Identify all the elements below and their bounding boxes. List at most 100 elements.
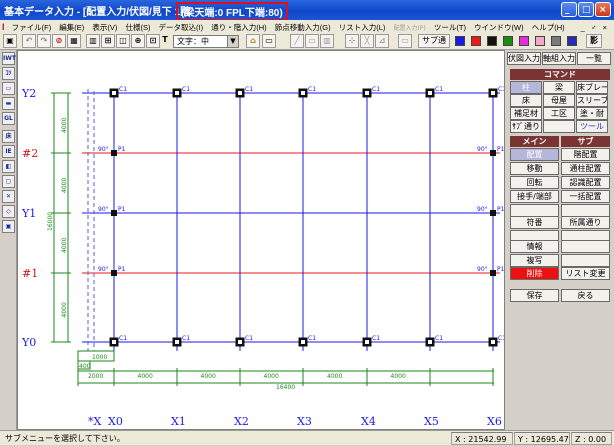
panel-top-button[interactable]: 伏図入力 [507,52,541,65]
menu-placement[interactable]: 配置入力(P) [390,21,428,32]
app-menu-icon[interactable]: I [0,22,7,32]
sub-button[interactable]: 一括配置 [561,190,610,203]
drawing-canvas[interactable]: Y2 #2 Y1 #1 Y0 *X X0 X1 X2 X3 X4 X5 X6 4000 4000 4000 40… [17,50,505,430]
color-swatch[interactable] [535,36,545,46]
menu-spec[interactable]: 仕様(S) [122,20,153,33]
command-button[interactable]: 工区 [543,107,575,120]
save-icon[interactable]: ▣ [3,34,17,48]
main-button[interactable]: 配置 [510,148,559,161]
command-button[interactable]: ｻﾌﾞ通り [510,120,542,133]
command-button[interactable]: 柱 [510,81,542,94]
layout-icon[interactable]: ▥ [86,34,100,48]
sub-button[interactable]: 階配置 [561,148,610,161]
left-tool-icon[interactable]: IE [2,145,15,158]
left-tool-icon[interactable]: ｺｿ [2,67,15,80]
maximize-button[interactable]: □ [578,2,594,17]
main-button[interactable]: 移動 [510,162,559,175]
command-button[interactable] [543,120,575,133]
sub-button[interactable]: 所属通り [561,216,610,229]
command-button[interactable]: 塗・耐 [576,107,608,120]
left-tool-icon[interactable]: 床 [2,130,15,143]
left-tool-icon[interactable]: ◧ [2,160,15,173]
column-marker-inner [428,340,432,344]
command-button[interactable]: 補足材 [510,107,542,120]
draw-rect-icon[interactable]: ▭ [305,34,319,48]
window-icon[interactable]: ⊞ [101,34,115,48]
section-icon[interactable]: ▭ [262,34,276,48]
menu-window[interactable]: ウインドウ(W) [471,20,527,33]
left-tool-icon[interactable]: IWT [2,52,16,65]
layer-icon[interactable]: ⌂ [246,34,260,48]
command-button[interactable]: 床ブレース [576,81,608,94]
color-swatch[interactable] [471,36,481,46]
text-size-select[interactable]: 文字：中 ▼ [173,35,239,48]
sub-button[interactable]: 通柱配置 [561,162,610,175]
sub-button[interactable] [561,254,610,267]
draw-line-icon[interactable]: ╱ [290,34,304,48]
y-axis-label: Y1 [21,207,36,220]
left-tool-icon[interactable]: ✕ [2,190,15,203]
mdi-controls[interactable]: _ ♂ × [578,21,612,32]
sub-grid-toggle[interactable]: サブ通 [418,34,450,48]
close-button[interactable]: × [595,2,611,17]
stop-icon[interactable]: ⊘ [52,34,66,48]
menu-import[interactable]: データ取込(I) [156,20,207,33]
menu-list[interactable]: リスト入力(L) [336,20,389,33]
main-button[interactable]: 回転 [510,176,559,189]
menu-tools[interactable]: ツール(T) [431,20,469,33]
menu-help[interactable]: ヘルプ(H) [529,20,568,33]
color-swatch[interactable] [551,36,561,46]
color-swatch[interactable] [455,36,465,46]
left-tool-icon[interactable]: ◇ [2,205,15,218]
clear-icon[interactable]: ▭ [398,34,412,48]
menu-node-move[interactable]: 節点移動入力(G) [272,20,334,33]
zoom-icon[interactable]: ⊕ [131,34,145,48]
measure-icon[interactable]: ⊿ [375,34,389,48]
menu-grid-floor[interactable]: 通り・階入力(H) [208,20,269,33]
command-button[interactable]: ツール [576,120,608,133]
draw-grid-icon[interactable]: ▥ [320,34,334,48]
shadow-button[interactable]: 影 [586,34,602,48]
color-swatch[interactable] [519,36,529,46]
left-tool-icon[interactable]: ▣ [2,220,15,233]
chevron-down-icon[interactable]: ▼ [227,36,238,47]
redo-icon[interactable]: ↷ [37,34,51,48]
menu-file[interactable]: ファイル(F) [9,20,55,33]
point-icon[interactable]: ⊹ [345,34,359,48]
main-button[interactable]: 保存 [510,289,559,302]
close-icon: × [599,5,607,15]
menu-view[interactable]: 表示(V) [89,20,120,33]
post-marker [490,270,496,276]
left-tool-icon[interactable]: ▭ [2,82,15,95]
sub-button[interactable]: 認識配置 [561,176,610,189]
panel-top-button[interactable]: 軸組入力 [542,52,576,65]
panel-top-button[interactable]: 一覧 [577,52,611,65]
command-button[interactable]: 梁 [543,81,575,94]
main-button[interactable]: 複写 [510,254,559,267]
grid-icon[interactable]: ▦ [67,34,81,48]
color-swatch[interactable] [487,36,497,46]
main-button[interactable]: 削除 [510,267,559,280]
main-button[interactable]: 符番 [510,216,559,229]
sub-button[interactable]: リスト変更 [561,267,610,280]
minimize-button[interactable]: _ [561,2,577,17]
fit-icon[interactable]: ◫ [116,34,130,48]
color-swatch[interactable] [567,36,577,46]
color-swatch[interactable] [503,36,513,46]
menu-edit[interactable]: 編集(E) [56,20,87,33]
post-label: P1 [118,206,126,213]
left-tool-icon[interactable]: GL [2,112,15,125]
command-button[interactable]: 床 [510,94,542,107]
undo-icon[interactable]: ↶ [22,34,36,48]
sub-button[interactable] [561,240,610,253]
x-axis-label: X3 [297,415,312,428]
snap-icon[interactable]: ╳ [360,34,374,48]
left-tool-icon[interactable]: ▬ [2,97,15,110]
y-axis-label: Y0 [21,336,36,349]
main-button[interactable]: 情報 [510,240,559,253]
left-tool-icon[interactable]: ▢ [2,175,15,188]
main-button[interactable]: 接手/端部 [510,190,559,203]
sub-button[interactable]: 戻る [561,289,610,302]
command-button[interactable]: 母屋 [543,94,575,107]
command-button[interactable]: スリーブ [576,94,608,107]
